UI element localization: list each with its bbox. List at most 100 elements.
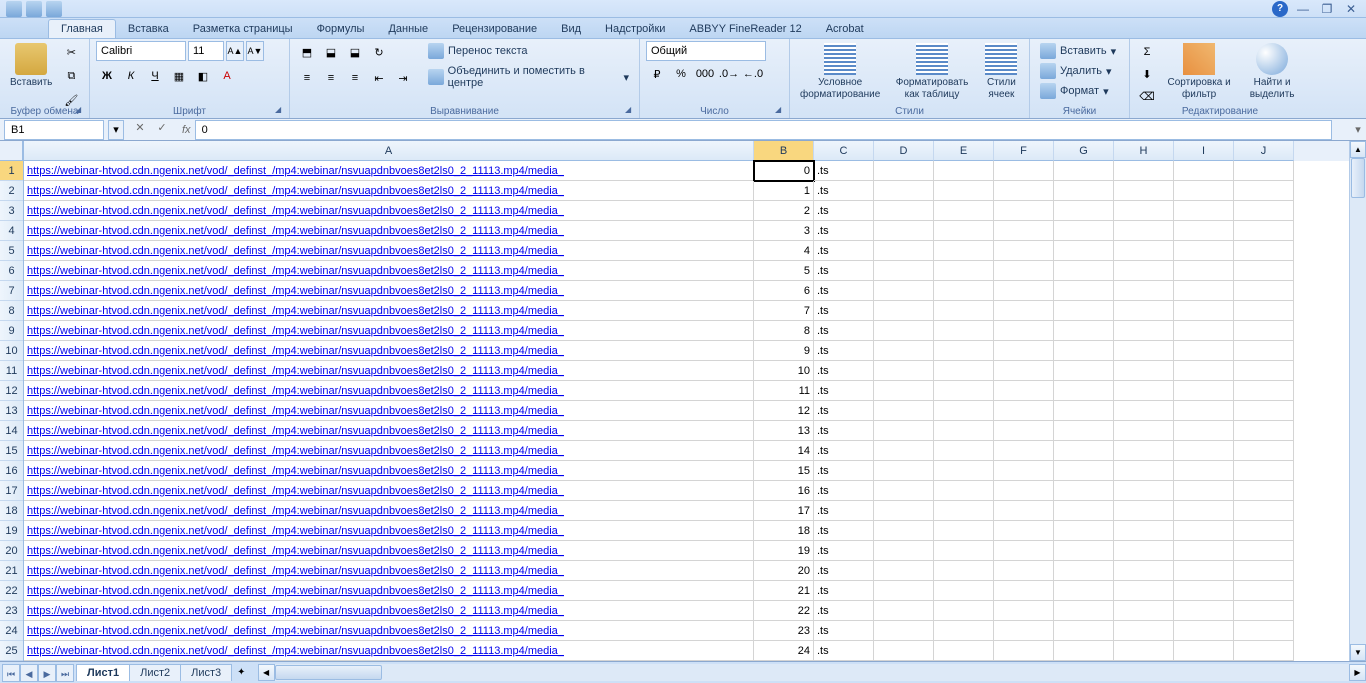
col-header-D[interactable]: D	[874, 141, 934, 161]
number-format-select[interactable]	[646, 41, 766, 61]
cell-E22[interactable]	[934, 581, 994, 601]
cell-C10[interactable]: .ts	[814, 341, 874, 361]
cell-I18[interactable]	[1174, 501, 1234, 521]
cell-D25[interactable]	[874, 641, 934, 661]
currency-button[interactable]: ₽	[646, 63, 668, 85]
cell-F11[interactable]	[994, 361, 1054, 381]
align-center-button[interactable]: ≡	[320, 67, 342, 89]
cell-J6[interactable]	[1234, 261, 1294, 281]
percent-button[interactable]: %	[670, 63, 692, 85]
conditional-format-button[interactable]: Условное форматирование	[796, 41, 884, 103]
cell-G22[interactable]	[1054, 581, 1114, 601]
cell-A10[interactable]: https://webinar-htvod.cdn.ngenix.net/vod…	[24, 341, 754, 361]
font-launcher[interactable]: ◢	[275, 105, 287, 117]
cell-G8[interactable]	[1054, 301, 1114, 321]
cell-H11[interactable]	[1114, 361, 1174, 381]
cell-D4[interactable]	[874, 221, 934, 241]
col-header-E[interactable]: E	[934, 141, 994, 161]
next-sheet-button[interactable]: ▶	[38, 664, 56, 682]
cell-E9[interactable]	[934, 321, 994, 341]
row-header-4[interactable]: 4	[0, 221, 23, 241]
cell-E13[interactable]	[934, 401, 994, 421]
cell-E7[interactable]	[934, 281, 994, 301]
cell-B17[interactable]: 16	[754, 481, 814, 501]
sheet-tab-1[interactable]: Лист2	[129, 664, 181, 681]
row-header-5[interactable]: 5	[0, 241, 23, 261]
cell-G7[interactable]	[1054, 281, 1114, 301]
row-header-2[interactable]: 2	[0, 181, 23, 201]
cell-C11[interactable]: .ts	[814, 361, 874, 381]
cell-F13[interactable]	[994, 401, 1054, 421]
cell-D8[interactable]	[874, 301, 934, 321]
cell-D12[interactable]	[874, 381, 934, 401]
cell-H4[interactable]	[1114, 221, 1174, 241]
comma-button[interactable]: 000	[694, 63, 716, 85]
cell-I6[interactable]	[1174, 261, 1234, 281]
cell-D7[interactable]	[874, 281, 934, 301]
cell-C23[interactable]: .ts	[814, 601, 874, 621]
cell-C2[interactable]: .ts	[814, 181, 874, 201]
cell-C1[interactable]: .ts	[814, 161, 874, 181]
name-box-dropdown[interactable]: ▾	[108, 120, 124, 140]
cell-A16[interactable]: https://webinar-htvod.cdn.ngenix.net/vod…	[24, 461, 754, 481]
row-header-17[interactable]: 17	[0, 481, 23, 501]
cell-F6[interactable]	[994, 261, 1054, 281]
col-header-B[interactable]: B	[754, 141, 814, 161]
cell-F19[interactable]	[994, 521, 1054, 541]
last-sheet-button[interactable]: ⏭	[56, 664, 74, 682]
cell-B25[interactable]: 24	[754, 641, 814, 661]
cell-J1[interactable]	[1234, 161, 1294, 181]
dec-decimal-button[interactable]: ←.0	[742, 63, 764, 85]
cell-B13[interactable]: 12	[754, 401, 814, 421]
cell-H24[interactable]	[1114, 621, 1174, 641]
cell-I4[interactable]	[1174, 221, 1234, 241]
cell-B19[interactable]: 18	[754, 521, 814, 541]
prev-sheet-button[interactable]: ◀	[20, 664, 38, 682]
cell-J22[interactable]	[1234, 581, 1294, 601]
cell-E19[interactable]	[934, 521, 994, 541]
cell-J7[interactable]	[1234, 281, 1294, 301]
cell-C5[interactable]: .ts	[814, 241, 874, 261]
cell-J3[interactable]	[1234, 201, 1294, 221]
cell-B14[interactable]: 13	[754, 421, 814, 441]
cell-B8[interactable]: 7	[754, 301, 814, 321]
cell-F22[interactable]	[994, 581, 1054, 601]
cell-C18[interactable]: .ts	[814, 501, 874, 521]
sheet-tab-0[interactable]: Лист1	[76, 664, 130, 681]
close-button[interactable]: ✕	[1342, 2, 1360, 16]
cell-H14[interactable]	[1114, 421, 1174, 441]
delete-cells-button[interactable]: Удалить▾	[1036, 61, 1120, 81]
sort-filter-button[interactable]: Сортировка и фильтр	[1162, 41, 1236, 103]
col-header-J[interactable]: J	[1234, 141, 1294, 161]
wrap-text-button[interactable]: Перенос текста	[424, 41, 633, 61]
cell-G10[interactable]	[1054, 341, 1114, 361]
cell-G15[interactable]	[1054, 441, 1114, 461]
row-header-24[interactable]: 24	[0, 621, 23, 641]
cell-E24[interactable]	[934, 621, 994, 641]
cell-C22[interactable]: .ts	[814, 581, 874, 601]
cell-C6[interactable]: .ts	[814, 261, 874, 281]
cell-D3[interactable]	[874, 201, 934, 221]
cell-A7[interactable]: https://webinar-htvod.cdn.ngenix.net/vod…	[24, 281, 754, 301]
cell-I12[interactable]	[1174, 381, 1234, 401]
cell-H6[interactable]	[1114, 261, 1174, 281]
cell-G23[interactable]	[1054, 601, 1114, 621]
cell-D16[interactable]	[874, 461, 934, 481]
cell-J14[interactable]	[1234, 421, 1294, 441]
cell-B5[interactable]: 4	[754, 241, 814, 261]
cell-I19[interactable]	[1174, 521, 1234, 541]
cell-H16[interactable]	[1114, 461, 1174, 481]
cell-A2[interactable]: https://webinar-htvod.cdn.ngenix.net/vod…	[24, 181, 754, 201]
cell-I13[interactable]	[1174, 401, 1234, 421]
cell-A12[interactable]: https://webinar-htvod.cdn.ngenix.net/vod…	[24, 381, 754, 401]
shrink-font-button[interactable]: A▼	[246, 41, 264, 61]
align-middle-button[interactable]: ⬓	[320, 41, 342, 63]
cell-D9[interactable]	[874, 321, 934, 341]
cell-H19[interactable]	[1114, 521, 1174, 541]
row-header-10[interactable]: 10	[0, 341, 23, 361]
sheet-tab-2[interactable]: Лист3	[180, 664, 232, 681]
cell-D21[interactable]	[874, 561, 934, 581]
cell-D18[interactable]	[874, 501, 934, 521]
select-all-corner[interactable]	[0, 141, 23, 161]
cell-I11[interactable]	[1174, 361, 1234, 381]
